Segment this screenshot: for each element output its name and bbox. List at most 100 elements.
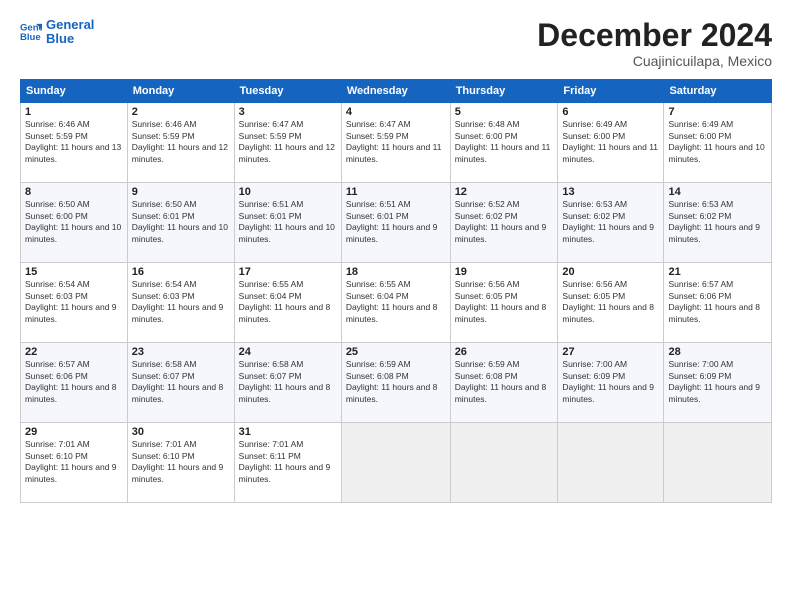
svg-text:Blue: Blue [20,32,41,43]
day-number: 23 [132,346,230,358]
day-cell: 30Sunrise: 7:01 AMSunset: 6:10 PMDayligh… [127,423,234,503]
day-cell: 21Sunrise: 6:57 AMSunset: 6:06 PMDayligh… [664,263,772,343]
day-detail: Sunrise: 7:00 AMSunset: 6:09 PMDaylight:… [562,359,659,405]
day-number: 17 [239,266,337,278]
day-cell: 24Sunrise: 6:58 AMSunset: 6:07 PMDayligh… [234,343,341,423]
day-cell: 25Sunrise: 6:59 AMSunset: 6:08 PMDayligh… [341,343,450,423]
day-detail: Sunrise: 6:53 AMSunset: 6:02 PMDaylight:… [562,199,659,245]
day-detail: Sunrise: 6:59 AMSunset: 6:08 PMDaylight:… [455,359,554,405]
title-block: December 2024 Cuajinicuilapa, Mexico [537,18,772,69]
day-cell: 27Sunrise: 7:00 AMSunset: 6:09 PMDayligh… [558,343,664,423]
day-cell: 9Sunrise: 6:50 AMSunset: 6:01 PMDaylight… [127,183,234,263]
logo-text: General Blue [46,18,94,47]
week-row-1: 1Sunrise: 6:46 AMSunset: 5:59 PMDaylight… [21,103,772,183]
day-number: 27 [562,346,659,358]
day-detail: Sunrise: 6:49 AMSunset: 6:00 PMDaylight:… [668,119,767,165]
day-detail: Sunrise: 6:49 AMSunset: 6:00 PMDaylight:… [562,119,659,165]
calendar-table: SundayMondayTuesdayWednesdayThursdayFrid… [20,79,772,503]
day-detail: Sunrise: 7:01 AMSunset: 6:11 PMDaylight:… [239,439,337,485]
day-cell: 22Sunrise: 6:57 AMSunset: 6:06 PMDayligh… [21,343,128,423]
day-number: 3 [239,106,337,118]
day-cell: 23Sunrise: 6:58 AMSunset: 6:07 PMDayligh… [127,343,234,423]
day-detail: Sunrise: 6:56 AMSunset: 6:05 PMDaylight:… [562,279,659,325]
logo-line2: Blue [46,32,94,46]
day-number: 1 [25,106,123,118]
week-row-2: 8Sunrise: 6:50 AMSunset: 6:00 PMDaylight… [21,183,772,263]
weekday-header-saturday: Saturday [664,80,772,103]
day-cell: 17Sunrise: 6:55 AMSunset: 6:04 PMDayligh… [234,263,341,343]
day-number: 25 [346,346,446,358]
day-cell: 8Sunrise: 6:50 AMSunset: 6:00 PMDaylight… [21,183,128,263]
day-cell: 14Sunrise: 6:53 AMSunset: 6:02 PMDayligh… [664,183,772,263]
day-number: 7 [668,106,767,118]
day-number: 28 [668,346,767,358]
day-cell: 1Sunrise: 6:46 AMSunset: 5:59 PMDaylight… [21,103,128,183]
day-cell: 28Sunrise: 7:00 AMSunset: 6:09 PMDayligh… [664,343,772,423]
day-cell [341,423,450,503]
weekday-header-thursday: Thursday [450,80,558,103]
day-cell [558,423,664,503]
day-detail: Sunrise: 6:53 AMSunset: 6:02 PMDaylight:… [668,199,767,245]
day-number: 16 [132,266,230,278]
day-cell [664,423,772,503]
day-number: 21 [668,266,767,278]
weekday-header-wednesday: Wednesday [341,80,450,103]
day-number: 12 [455,186,554,198]
day-detail: Sunrise: 6:56 AMSunset: 6:05 PMDaylight:… [455,279,554,325]
day-detail: Sunrise: 6:58 AMSunset: 6:07 PMDaylight:… [239,359,337,405]
day-detail: Sunrise: 6:54 AMSunset: 6:03 PMDaylight:… [132,279,230,325]
day-number: 31 [239,426,337,438]
day-cell [450,423,558,503]
week-row-3: 15Sunrise: 6:54 AMSunset: 6:03 PMDayligh… [21,263,772,343]
day-number: 4 [346,106,446,118]
day-detail: Sunrise: 6:47 AMSunset: 5:59 PMDaylight:… [239,119,337,165]
day-number: 5 [455,106,554,118]
day-cell: 19Sunrise: 6:56 AMSunset: 6:05 PMDayligh… [450,263,558,343]
header: General Blue General Blue December 2024 … [20,18,772,69]
day-number: 8 [25,186,123,198]
day-cell: 12Sunrise: 6:52 AMSunset: 6:02 PMDayligh… [450,183,558,263]
day-number: 9 [132,186,230,198]
logo-line1: General [46,18,94,32]
day-cell: 16Sunrise: 6:54 AMSunset: 6:03 PMDayligh… [127,263,234,343]
day-number: 18 [346,266,446,278]
day-detail: Sunrise: 6:55 AMSunset: 6:04 PMDaylight:… [239,279,337,325]
logo: General Blue General Blue [20,18,94,47]
day-cell: 6Sunrise: 6:49 AMSunset: 6:00 PMDaylight… [558,103,664,183]
day-detail: Sunrise: 6:46 AMSunset: 5:59 PMDaylight:… [25,119,123,165]
weekday-header-row: SundayMondayTuesdayWednesdayThursdayFrid… [21,80,772,103]
day-cell: 15Sunrise: 6:54 AMSunset: 6:03 PMDayligh… [21,263,128,343]
day-detail: Sunrise: 6:57 AMSunset: 6:06 PMDaylight:… [25,359,123,405]
day-cell: 13Sunrise: 6:53 AMSunset: 6:02 PMDayligh… [558,183,664,263]
day-detail: Sunrise: 6:55 AMSunset: 6:04 PMDaylight:… [346,279,446,325]
day-number: 26 [455,346,554,358]
logo-icon: General Blue [20,21,42,43]
day-detail: Sunrise: 6:59 AMSunset: 6:08 PMDaylight:… [346,359,446,405]
day-cell: 20Sunrise: 6:56 AMSunset: 6:05 PMDayligh… [558,263,664,343]
day-number: 30 [132,426,230,438]
weekday-header-sunday: Sunday [21,80,128,103]
weekday-header-monday: Monday [127,80,234,103]
day-cell: 31Sunrise: 7:01 AMSunset: 6:11 PMDayligh… [234,423,341,503]
day-detail: Sunrise: 6:57 AMSunset: 6:06 PMDaylight:… [668,279,767,325]
day-detail: Sunrise: 6:52 AMSunset: 6:02 PMDaylight:… [455,199,554,245]
day-detail: Sunrise: 6:51 AMSunset: 6:01 PMDaylight:… [346,199,446,245]
week-row-4: 22Sunrise: 6:57 AMSunset: 6:06 PMDayligh… [21,343,772,423]
day-detail: Sunrise: 7:00 AMSunset: 6:09 PMDaylight:… [668,359,767,405]
weekday-header-tuesday: Tuesday [234,80,341,103]
day-number: 13 [562,186,659,198]
day-detail: Sunrise: 6:50 AMSunset: 6:00 PMDaylight:… [25,199,123,245]
day-detail: Sunrise: 6:48 AMSunset: 6:00 PMDaylight:… [455,119,554,165]
day-cell: 11Sunrise: 6:51 AMSunset: 6:01 PMDayligh… [341,183,450,263]
day-number: 10 [239,186,337,198]
day-number: 20 [562,266,659,278]
day-detail: Sunrise: 6:51 AMSunset: 6:01 PMDaylight:… [239,199,337,245]
weekday-header-friday: Friday [558,80,664,103]
day-cell: 10Sunrise: 6:51 AMSunset: 6:01 PMDayligh… [234,183,341,263]
day-detail: Sunrise: 6:58 AMSunset: 6:07 PMDaylight:… [132,359,230,405]
day-cell: 2Sunrise: 6:46 AMSunset: 5:59 PMDaylight… [127,103,234,183]
day-cell: 5Sunrise: 6:48 AMSunset: 6:00 PMDaylight… [450,103,558,183]
day-cell: 26Sunrise: 6:59 AMSunset: 6:08 PMDayligh… [450,343,558,423]
day-detail: Sunrise: 6:46 AMSunset: 5:59 PMDaylight:… [132,119,230,165]
day-number: 29 [25,426,123,438]
